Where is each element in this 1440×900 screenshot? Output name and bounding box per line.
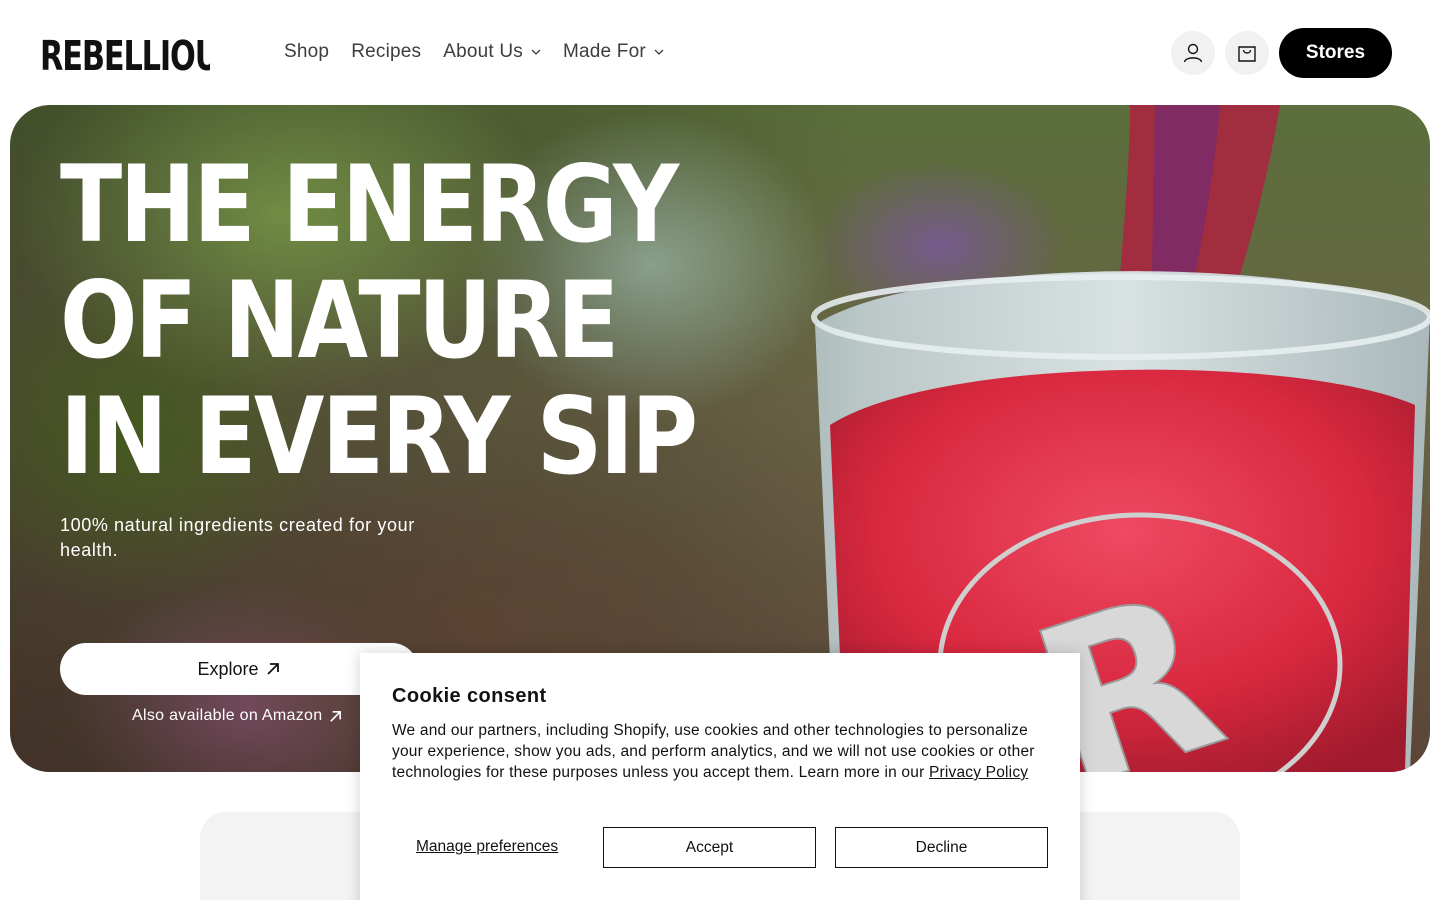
nav-recipes-label: Recipes [351, 41, 422, 62]
decline-button[interactable]: Decline [835, 827, 1048, 868]
shopping-bag-icon [1238, 46, 1256, 62]
nav-recipes[interactable]: Recipes [351, 38, 421, 66]
nav-about-us[interactable]: About Us [443, 38, 541, 66]
site-header: REBELLIOUS Shop Recipes About Us Made Fo… [0, 0, 1440, 105]
nav-shop[interactable]: Shop [284, 38, 329, 66]
cookie-actions: Manage preferences Accept Decline [392, 827, 1048, 868]
nav-shop-label: Shop [284, 41, 330, 62]
chevron-down-icon [531, 49, 541, 55]
nav-made-for[interactable]: Made For [563, 38, 664, 66]
manage-preferences-link[interactable]: Manage preferences [416, 838, 558, 856]
stores-button[interactable]: Stores [1279, 28, 1392, 78]
chevron-down-icon [654, 49, 664, 55]
explore-button-label: Explore [197, 658, 259, 679]
cookie-title: Cookie consent [392, 685, 547, 707]
hero-title: THE ENERGY OF NATURE IN EVERY SIP [60, 143, 698, 498]
rebellious-logo-icon: REBELLIOUS [40, 32, 240, 80]
nav-about-us-label: About Us [443, 41, 523, 62]
amazon-link-label: Also available on Amazon [132, 707, 323, 724]
privacy-policy-link[interactable]: Privacy Policy [929, 764, 1028, 781]
arrow-up-right-icon [330, 710, 342, 722]
accept-button[interactable]: Accept [603, 827, 816, 868]
brand-logo[interactable]: REBELLIOUS [40, 30, 240, 80]
main-nav: Shop Recipes About Us Made For [284, 38, 686, 66]
account-button[interactable] [1171, 31, 1215, 75]
arrow-up-right-icon [266, 663, 279, 675]
cookie-consent-dialog: Cookie consent We and our partners, incl… [360, 653, 1080, 900]
nav-made-for-label: Made For [563, 41, 646, 62]
cookie-text: We and our partners, including Shopify, … [392, 720, 1048, 783]
svg-text:REBELLIOUS: REBELLIOUS [40, 32, 210, 76]
cart-button[interactable] [1225, 31, 1269, 75]
user-icon [1183, 43, 1203, 63]
amazon-link[interactable]: Also available on Amazon [132, 707, 343, 725]
hero-subtitle: 100% natural ingredients created for you… [60, 515, 415, 560]
